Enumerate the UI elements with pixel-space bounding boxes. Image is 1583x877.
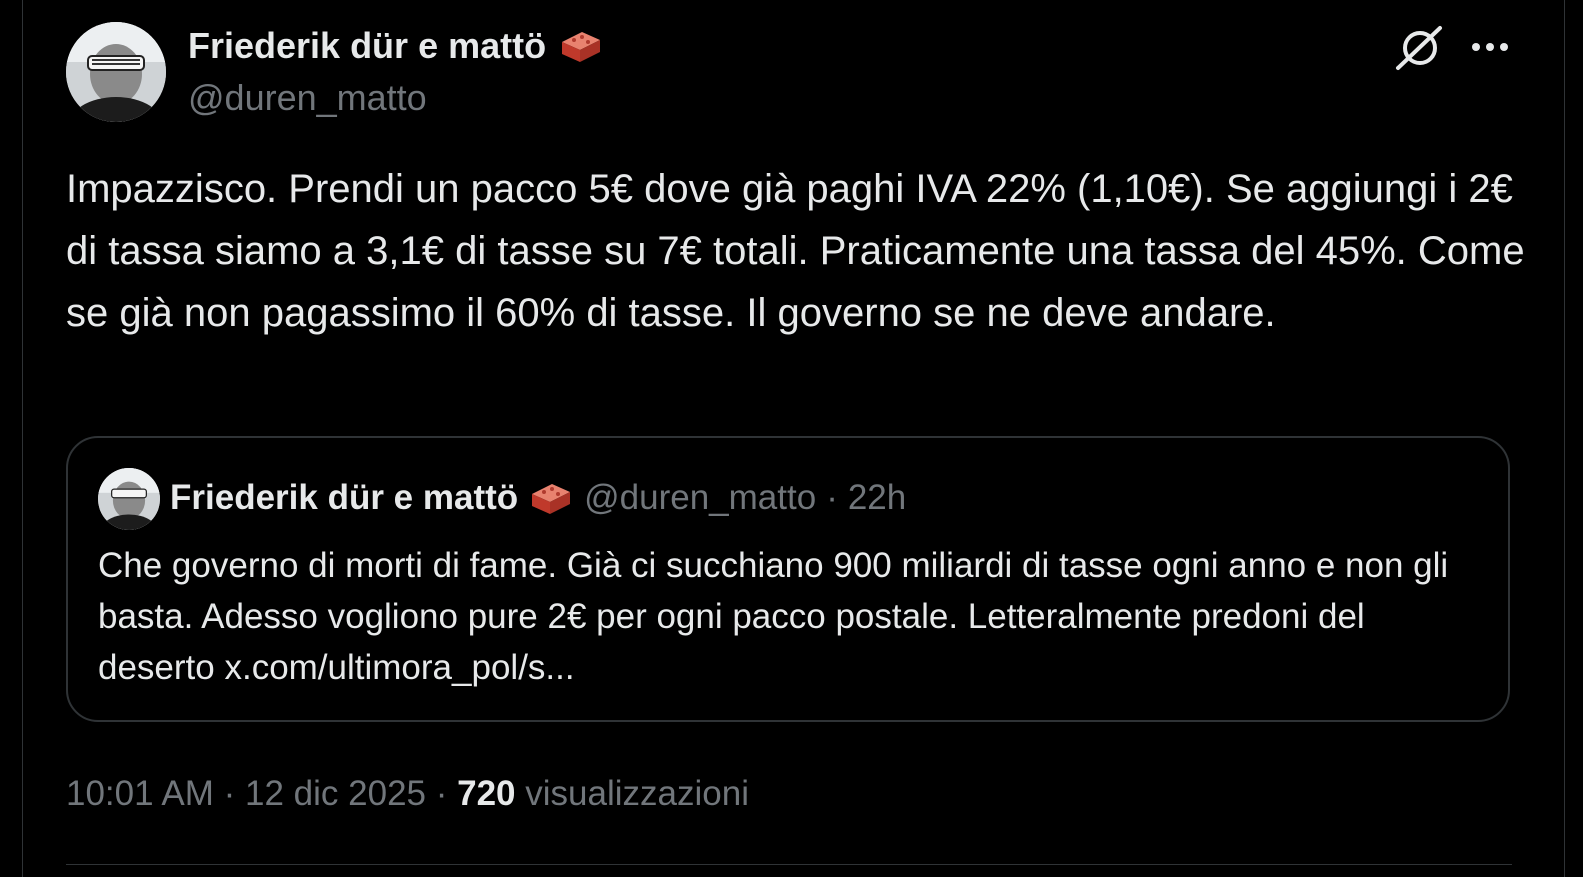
author-handle[interactable]: @duren_matto <box>188 76 427 120</box>
quoted-tweet-text: Che governo di morti di fame. Già ci suc… <box>98 546 1449 687</box>
quoted-display-name[interactable]: Friederik dür e mattö <box>170 476 574 520</box>
views-count: 720 <box>457 774 516 813</box>
tweet-time[interactable]: 10:01 AM <box>66 774 214 813</box>
grok-icon[interactable] <box>1394 24 1446 72</box>
brick-icon <box>528 478 574 518</box>
quoted-handle[interactable]: @duren_matto <box>584 476 816 520</box>
quoted-name-text: Friederik dür e mattö <box>170 478 519 517</box>
tweet-text: Impazzisco. Prendi un pacco 5€ dove già … <box>66 167 1525 335</box>
right-divider <box>1564 0 1565 877</box>
footer-separator: · <box>223 774 236 813</box>
author-display-name[interactable]: Friederik dür e mattö <box>188 24 604 68</box>
quoted-separator: · <box>826 478 838 517</box>
quoted-tweet-header: Friederik dür e mattö @duren_matto · 22h <box>170 476 906 520</box>
quoted-avatar[interactable] <box>98 468 160 530</box>
left-divider <box>22 0 23 877</box>
brick-icon <box>558 26 604 66</box>
quoted-tweet-card[interactable]: Friederik dür e mattö @duren_matto · 22h… <box>66 436 1510 722</box>
quoted-time[interactable]: 22h <box>848 476 906 520</box>
tweet-metadata: 10:01 AM · 12 dic 2025 · 720 visualizzaz… <box>66 772 749 816</box>
views-label: visualizzazioni <box>525 774 749 813</box>
avatar[interactable] <box>66 22 166 122</box>
tweet-date[interactable]: 12 dic 2025 <box>245 774 426 813</box>
author-name-text: Friederik dür e mattö <box>188 25 547 66</box>
bottom-divider <box>66 864 1512 865</box>
footer-separator: · <box>435 774 448 813</box>
more-options-icon[interactable] <box>1468 36 1512 58</box>
